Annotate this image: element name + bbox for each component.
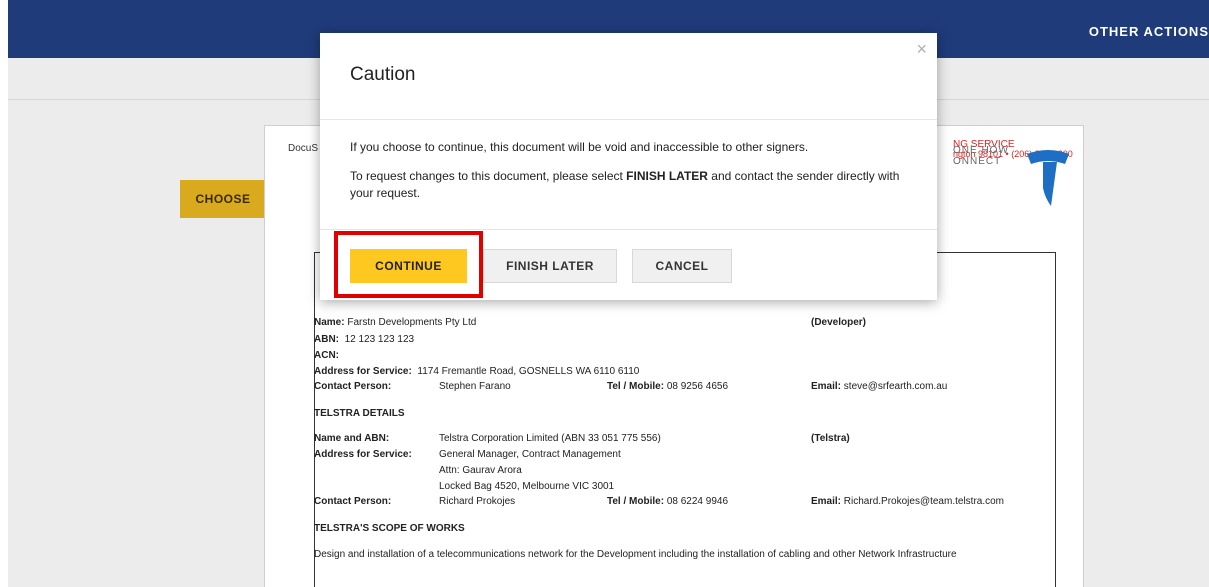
dialog-footer-divider — [320, 229, 937, 230]
telstra-address-line-2: Attn: Gaurav Arora — [439, 465, 522, 476]
close-icon[interactable]: × — [916, 39, 927, 60]
dialog-title: Caution — [350, 64, 416, 85]
connect-line-2: ONNECT — [953, 155, 1002, 167]
finish-later-emphasis: FINISH LATER — [626, 169, 708, 183]
telstra-name-value: Telstra Corporation Limited (ABN 33 051 … — [439, 433, 661, 444]
telstra-tel: Tel / Mobile: 08 6224 9946 — [607, 496, 728, 507]
telstra-tag: (Telstra) — [811, 433, 850, 444]
telstra-logo-icon — [1027, 150, 1069, 206]
developer-abn-row: ABN: 12 123 123 123 — [314, 334, 415, 345]
connect-line-1: ONE HOW — [953, 145, 1009, 156]
telstra-details-heading: TELSTRA DETAILS — [314, 408, 405, 419]
telstra-address-label: Address for Service: — [314, 449, 412, 460]
telstra-name-label: Name and ABN: — [314, 433, 390, 444]
continue-button[interactable]: CONTINUE — [350, 249, 467, 283]
dialog-header-divider — [320, 119, 937, 120]
telstra-contact-label: Contact Person: — [314, 496, 392, 507]
finish-later-button[interactable]: FINISH LATER — [483, 249, 617, 283]
connect-logo-text: ONE HOW ONNECT — [953, 145, 1009, 167]
document-details-frame: Name: Farstn Developments Pty Ltd (Devel… — [314, 252, 1056, 587]
dialog-instruction-text: To request changes to this document, ple… — [350, 169, 900, 201]
choose-tag-label: CHOOSE — [195, 192, 251, 206]
developer-email: Email: steve@srfearth.com.au — [811, 381, 948, 392]
other-actions-menu[interactable]: OTHER ACTIONS — [1089, 24, 1209, 39]
telstra-email: Email: Richard.Prokojes@team.telstra.com — [811, 496, 1005, 507]
developer-tel: Tel / Mobile: 08 9256 4656 — [607, 381, 728, 392]
caution-dialog: × Caution If you choose to continue, thi… — [320, 33, 937, 300]
developer-tag: (Developer) — [811, 317, 867, 328]
developer-contact-value: Stephen Farano — [439, 381, 511, 392]
scope-heading: TELSTRA'S SCOPE OF WORKS — [314, 523, 465, 534]
developer-address-row: Address for Service: 1174 Fremantle Road… — [314, 366, 640, 377]
developer-contact-row: Contact Person: — [314, 381, 392, 392]
left-edge — [0, 0, 8, 587]
docusign-header-label: DocuS — [288, 143, 319, 154]
dialog-warning-text: If you choose to continue, this document… — [350, 140, 809, 154]
cancel-button[interactable]: CANCEL — [632, 249, 732, 283]
telstra-address-line-3: Locked Bag 4520, Melbourne VIC 3001 — [439, 481, 615, 492]
telstra-address-line-1: General Manager, Contract Management — [439, 449, 621, 460]
developer-acn-row: ACN: — [314, 350, 339, 361]
scope-text: Design and installation of a telecommuni… — [314, 549, 957, 560]
developer-name-row: Name: Farstn Developments Pty Ltd — [314, 317, 477, 328]
telstra-contact-value: Richard Prokojes — [439, 496, 516, 507]
